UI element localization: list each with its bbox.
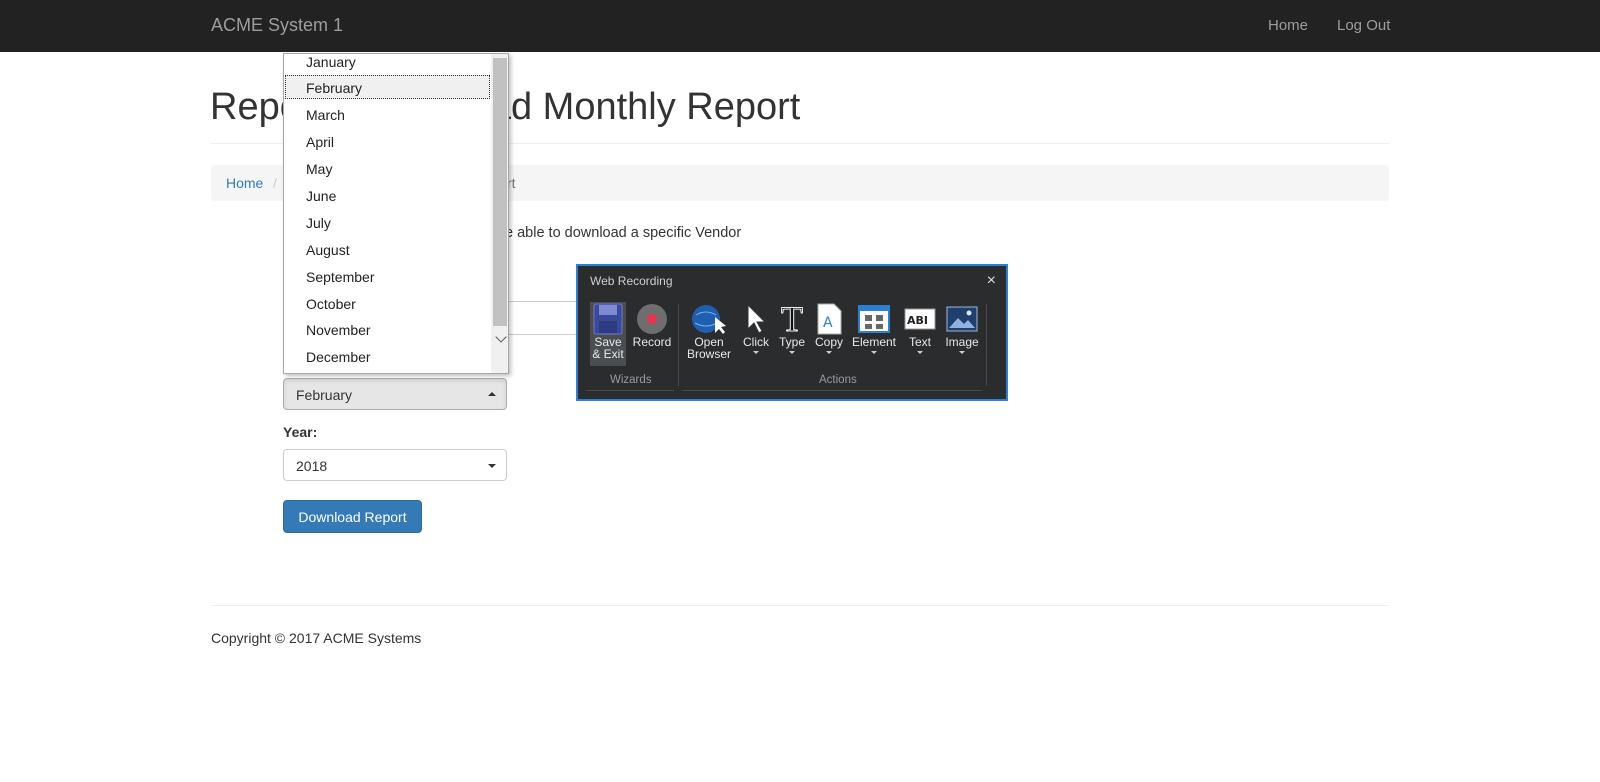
caret-up-icon bbox=[488, 392, 496, 396]
type-icon: T bbox=[781, 299, 804, 339]
toolbar-separator bbox=[678, 304, 679, 386]
copy-button[interactable]: A Copy bbox=[812, 302, 846, 354]
close-icon[interactable]: × bbox=[987, 272, 996, 290]
svg-text:A: A bbox=[823, 315, 833, 331]
open-label-2: Browser bbox=[686, 347, 731, 361]
element-dropdown-arrow bbox=[871, 351, 877, 354]
image-dropdown-arrow bbox=[959, 351, 965, 354]
element-label: Element bbox=[851, 335, 897, 349]
click-dropdown-arrow bbox=[753, 351, 759, 354]
dropdown-scrollbar[interactable] bbox=[491, 54, 508, 373]
month-option-july[interactable]: July bbox=[306, 215, 331, 231]
type-label: Type bbox=[778, 335, 805, 349]
month-dropdown-list[interactable]: January February March April May June Ju… bbox=[283, 53, 509, 374]
image-icon bbox=[942, 302, 982, 336]
page-description: e able to download a specific Vendor bbox=[505, 225, 742, 241]
month-option-august[interactable]: August bbox=[306, 242, 350, 258]
record-button[interactable]: Record bbox=[632, 302, 672, 348]
image-button[interactable]: Image bbox=[942, 302, 982, 354]
actions-group-label: Actions bbox=[819, 374, 857, 386]
year-select[interactable]: 2018 bbox=[283, 449, 507, 481]
month-option-january[interactable]: January bbox=[306, 54, 356, 70]
copy-dropdown-arrow bbox=[826, 351, 832, 354]
year-select-value: 2018 bbox=[296, 458, 328, 474]
recording-panel-title: Web Recording bbox=[590, 274, 673, 288]
click-label: Click bbox=[743, 335, 769, 349]
month-option-june[interactable]: June bbox=[306, 188, 336, 204]
month-option-february[interactable]: February bbox=[306, 80, 362, 96]
text-label: Text bbox=[908, 335, 931, 349]
cursor-icon bbox=[738, 302, 774, 336]
nav-home-link[interactable]: Home bbox=[1268, 17, 1308, 34]
brand-link[interactable]: ACME System 1 bbox=[211, 15, 343, 36]
copy-label: Copy bbox=[814, 335, 843, 349]
breadcrumb-separator: / bbox=[273, 175, 277, 191]
scrollbar-thumb[interactable] bbox=[493, 58, 507, 326]
wizards-group-label: Wizards bbox=[610, 374, 652, 386]
type-dropdown-arrow bbox=[789, 351, 795, 354]
type-button[interactable]: T Type bbox=[776, 299, 808, 354]
download-report-button[interactable]: Download Report bbox=[283, 500, 422, 533]
record-icon bbox=[632, 302, 672, 336]
click-button[interactable]: Click bbox=[738, 302, 774, 354]
month-option-april[interactable]: April bbox=[306, 134, 334, 150]
record-label: Record bbox=[632, 335, 672, 349]
footer-divider bbox=[211, 605, 1389, 606]
element-icon bbox=[850, 302, 898, 336]
svg-text:ABI: ABI bbox=[907, 314, 928, 327]
month-select[interactable]: February bbox=[283, 378, 507, 410]
save-icon bbox=[590, 302, 626, 336]
month-select-value: February bbox=[296, 387, 353, 403]
month-option-november[interactable]: November bbox=[306, 322, 371, 338]
month-option-march[interactable]: March bbox=[306, 107, 345, 123]
copyright-text: Copyright © 2017 ACME Systems bbox=[211, 630, 422, 646]
element-button[interactable]: Element bbox=[850, 302, 898, 354]
toolbar-separator-end bbox=[986, 304, 987, 386]
month-option-october[interactable]: October bbox=[306, 296, 356, 312]
scroll-down-icon[interactable] bbox=[495, 331, 507, 343]
year-label: Year: bbox=[283, 424, 318, 440]
globe-cursor-icon bbox=[684, 302, 734, 336]
text-field-icon: ABI bbox=[900, 302, 940, 336]
month-option-december[interactable]: December bbox=[306, 349, 371, 365]
actions-underline bbox=[682, 390, 982, 391]
open-browser-button[interactable]: Open Browser bbox=[684, 302, 734, 360]
save-label-2: & Exit bbox=[592, 347, 624, 361]
image-label: Image bbox=[945, 335, 979, 349]
month-option-september[interactable]: September bbox=[306, 269, 374, 285]
month-option-may[interactable]: May bbox=[306, 161, 332, 177]
nav-logout-link[interactable]: Log Out bbox=[1337, 17, 1390, 34]
save-exit-button[interactable]: Save & Exit bbox=[590, 302, 626, 366]
caret-down-icon bbox=[488, 464, 496, 468]
web-recording-panel: Web Recording × Save & Exit Record Open … bbox=[576, 264, 1008, 401]
text-button[interactable]: ABI Text bbox=[900, 302, 940, 354]
breadcrumb-home-link[interactable]: Home bbox=[226, 175, 263, 191]
wizards-underline bbox=[586, 390, 674, 391]
copy-icon: A bbox=[812, 302, 846, 336]
page-title-right: ad Monthly Report bbox=[489, 86, 801, 128]
text-dropdown-arrow bbox=[917, 351, 923, 354]
top-navbar: ACME System 1 Home Log Out bbox=[0, 0, 1600, 52]
